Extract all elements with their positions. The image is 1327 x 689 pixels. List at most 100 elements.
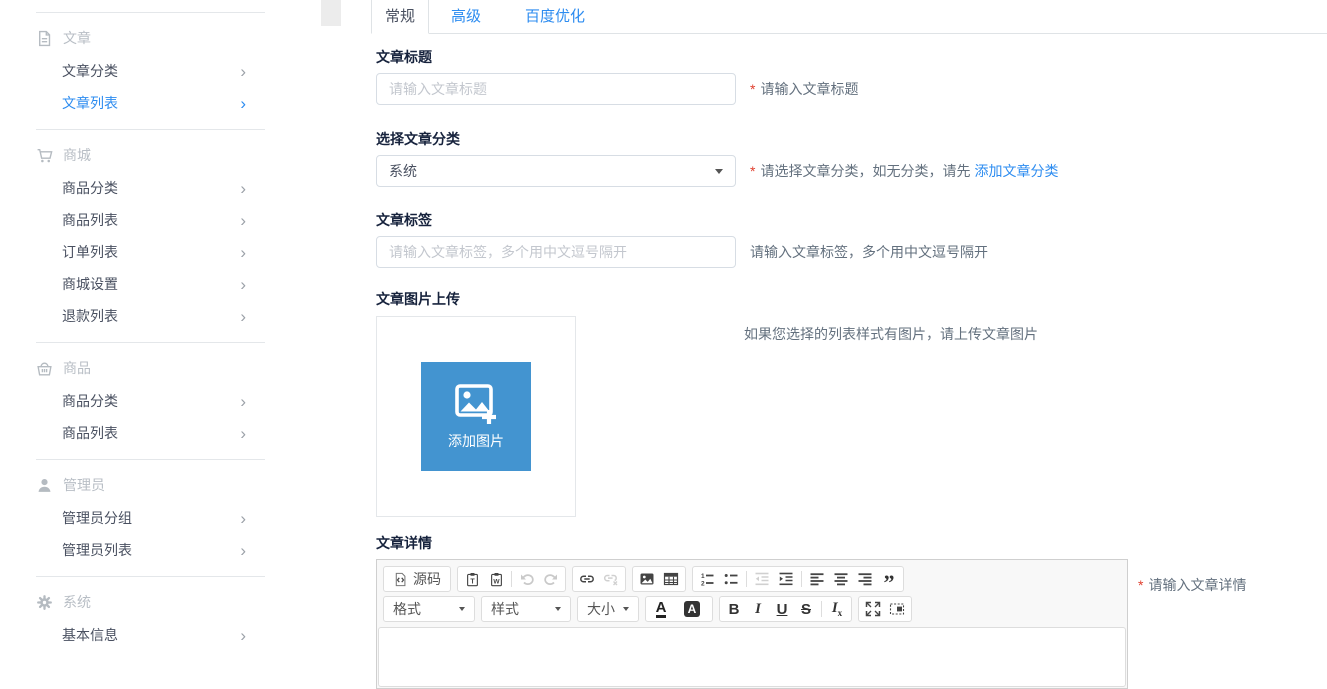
user-icon xyxy=(36,477,53,494)
caret-down-icon xyxy=(555,607,561,611)
bulleted-list-icon xyxy=(723,571,739,587)
align-right-button[interactable] xyxy=(853,567,877,591)
tab-bar: 常规 高级 百度优化 xyxy=(371,0,1327,34)
undo-button[interactable] xyxy=(515,567,539,591)
sidebar-section-system[interactable]: 系统 xyxy=(0,589,300,615)
increase-indent-icon xyxy=(778,571,794,587)
redo-icon xyxy=(543,571,559,587)
article-tags-input[interactable] xyxy=(376,236,736,268)
article-image-label: 文章图片上传 xyxy=(376,290,1327,308)
sidebar-item-product-category[interactable]: 商品分类 › xyxy=(0,385,300,417)
chevron-right-icon: › xyxy=(240,276,246,293)
caret-down-icon xyxy=(623,607,629,611)
article-title-input[interactable] xyxy=(376,73,736,105)
sidebar-section-products[interactable]: 商品 xyxy=(0,355,300,381)
sidebar-item-order-list[interactable]: 订单列表 › xyxy=(0,236,300,268)
sidebar-item-goods-list[interactable]: 商品列表 › xyxy=(0,204,300,236)
toolbar-separator xyxy=(511,571,512,587)
chevron-right-icon: › xyxy=(240,308,246,325)
article-title-label: 文章标题 xyxy=(376,48,1327,66)
strikethrough-button[interactable]: S xyxy=(794,597,818,621)
sidebar-item-goods-category[interactable]: 商品分类 › xyxy=(0,172,300,204)
align-left-button[interactable] xyxy=(805,567,829,591)
bg-color-button[interactable]: A xyxy=(678,597,710,621)
remove-format-button[interactable]: Ix xyxy=(825,597,849,621)
link-button[interactable] xyxy=(575,567,599,591)
tab-advanced[interactable]: 高级 xyxy=(429,0,503,34)
sidebar-section-label: 系统 xyxy=(63,592,91,612)
add-image-button[interactable]: 添加图片 xyxy=(421,362,531,471)
sidebar-section-mall[interactable]: 商城 xyxy=(0,142,300,168)
caret-down-icon xyxy=(459,607,465,611)
paste-word-icon: W xyxy=(489,572,504,587)
sidebar-item-product-list[interactable]: 商品列表 › xyxy=(0,417,300,449)
source-code-button[interactable]: 源码 xyxy=(386,567,448,591)
insert-image-button[interactable] xyxy=(635,567,659,591)
sidebar-item-refund-list[interactable]: 退款列表 › xyxy=(0,300,300,332)
maximize-button[interactable] xyxy=(861,597,885,621)
image-upload-dropzone[interactable]: 添加图片 xyxy=(376,316,576,517)
editor-toolbar: 源码 T W xyxy=(377,560,1127,627)
article-detail-hint: *请输入文章详情 xyxy=(1138,575,1246,595)
ordered-list-button[interactable]: 12 xyxy=(695,567,719,591)
show-blocks-button[interactable] xyxy=(885,597,909,621)
ordered-list-icon: 12 xyxy=(699,571,715,587)
sidebar-divider xyxy=(36,459,265,460)
chevron-right-icon: › xyxy=(240,244,246,261)
tab-general[interactable]: 常规 xyxy=(371,0,429,34)
paste-word-button[interactable]: W xyxy=(484,567,508,591)
add-category-link[interactable]: 添加文章分类 xyxy=(974,163,1058,179)
redo-button[interactable] xyxy=(539,567,563,591)
sidebar-item-admin-group[interactable]: 管理员分组 › xyxy=(0,502,300,534)
format-dropdown[interactable]: 格式 xyxy=(386,597,472,621)
bulleted-list-button[interactable] xyxy=(719,567,743,591)
paste-text-button[interactable]: T xyxy=(460,567,484,591)
bg-color-icon: A xyxy=(684,601,701,617)
article-image-hint: 如果您选择的列表样式有图片，请上传文章图片 xyxy=(744,324,1038,344)
article-category-hint: *请选择文章分类，如无分类，请先添加文章分类 xyxy=(750,161,1058,181)
sidebar-item-mall-settings[interactable]: 商城设置 › xyxy=(0,268,300,300)
insert-image-icon xyxy=(639,571,655,587)
sidebar-item-admin-list[interactable]: 管理员列表 › xyxy=(0,534,300,566)
required-mark: * xyxy=(750,163,755,179)
sidebar-section-articles[interactable]: 文章 xyxy=(0,25,300,51)
tab-baidu-seo[interactable]: 百度优化 xyxy=(503,0,607,34)
sidebar-section-label: 商品 xyxy=(63,358,91,378)
font-size-dropdown[interactable]: 大小 xyxy=(580,597,636,621)
gear-icon xyxy=(36,594,53,611)
select-caret-icon xyxy=(715,169,723,174)
add-image-button-label: 添加图片 xyxy=(448,431,504,451)
italic-button[interactable]: I xyxy=(746,597,770,621)
article-title-hint: *请输入文章标题 xyxy=(750,79,858,99)
link-icon xyxy=(579,571,595,587)
svg-text:1: 1 xyxy=(701,573,705,580)
unlink-button[interactable] xyxy=(599,567,623,591)
cart-icon xyxy=(36,147,53,164)
chevron-right-icon: › xyxy=(240,425,246,442)
sidebar-divider xyxy=(36,576,265,577)
chevron-right-icon: › xyxy=(240,510,246,527)
chevron-right-icon: › xyxy=(240,212,246,229)
styles-dropdown[interactable]: 样式 xyxy=(484,597,568,621)
text-color-icon: A xyxy=(656,601,667,618)
unlink-icon xyxy=(603,571,619,587)
category-select[interactable]: 系统 xyxy=(376,155,736,187)
chevron-right-icon: › xyxy=(240,95,246,112)
chevron-right-icon: › xyxy=(240,180,246,197)
insert-table-button[interactable] xyxy=(659,567,683,591)
svg-text:2: 2 xyxy=(701,581,705,588)
sidebar-item-basic-info[interactable]: 基本信息 › xyxy=(0,619,300,651)
increase-indent-button[interactable] xyxy=(774,567,798,591)
blockquote-button[interactable]: ” xyxy=(877,567,901,591)
toolbar-separator xyxy=(801,571,802,587)
sidebar-item-article-category[interactable]: 文章分类 › xyxy=(0,55,300,87)
align-center-button[interactable] xyxy=(829,567,853,591)
editor-content-area[interactable] xyxy=(378,627,1126,687)
sidebar-scrollbar[interactable] xyxy=(321,0,341,26)
sidebar-item-article-list[interactable]: 文章列表 › xyxy=(0,87,300,119)
sidebar-section-admin[interactable]: 管理员 xyxy=(0,472,300,498)
decrease-indent-button[interactable] xyxy=(750,567,774,591)
text-color-button[interactable]: A xyxy=(648,597,678,621)
underline-button[interactable]: U xyxy=(770,597,794,621)
bold-button[interactable]: B xyxy=(722,597,746,621)
